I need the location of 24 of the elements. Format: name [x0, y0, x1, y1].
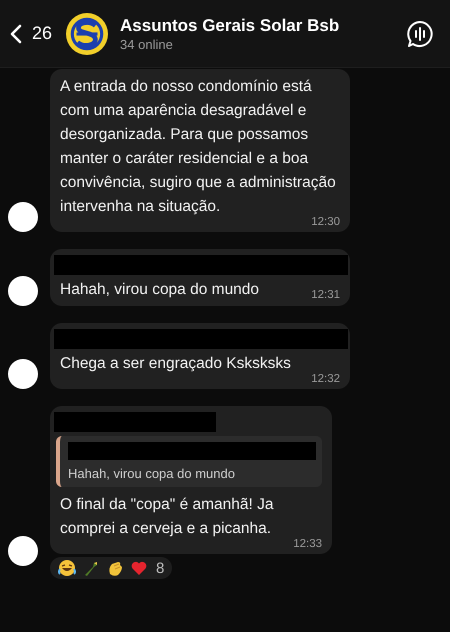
avatar[interactable] [8, 276, 38, 306]
reactions-bar[interactable]: 8 [50, 557, 172, 579]
avatar[interactable] [8, 536, 38, 566]
back-button[interactable]: 26 [10, 23, 52, 44]
quoted-text: Hahah, virou copa do mundo [68, 466, 236, 481]
message-time: 12:33 [292, 538, 322, 550]
reaction-count: 8 [156, 560, 164, 576]
voice-chat-icon[interactable] [406, 20, 434, 48]
heart-icon [130, 559, 148, 577]
message-text: O final da "copa" é amanhã! Ja comprei a cerveja e a picanha. [60, 495, 274, 539]
avatar[interactable] [8, 359, 38, 389]
message-time: 12:32 [310, 373, 340, 385]
message-text: Chega a ser engraçado Ksksksks [60, 354, 292, 374]
message-text: Hahah, virou copa do mundo [60, 280, 260, 300]
message-text: A entrada do nosso condomínio está com uma aparência desagradável e desorganizada. Para que possamos manter o caráter residencial e a boa convivência, sugiro que a administração intervenha na situação. [60, 77, 337, 217]
message-time: 12:31 [311, 289, 340, 301]
online-count: 34 online [120, 36, 174, 52]
back-chevron-icon[interactable] [10, 24, 22, 44]
quoted-reply[interactable]: Hahah, virou copa do mundo [56, 436, 322, 487]
group-logo-icon[interactable] [66, 12, 108, 54]
chat-title: Assuntos Gerais Solar Bsb [120, 16, 340, 36]
laughing-face-icon [58, 559, 76, 577]
message-time: 12:30 [310, 216, 340, 228]
avatar[interactable] [8, 202, 38, 232]
